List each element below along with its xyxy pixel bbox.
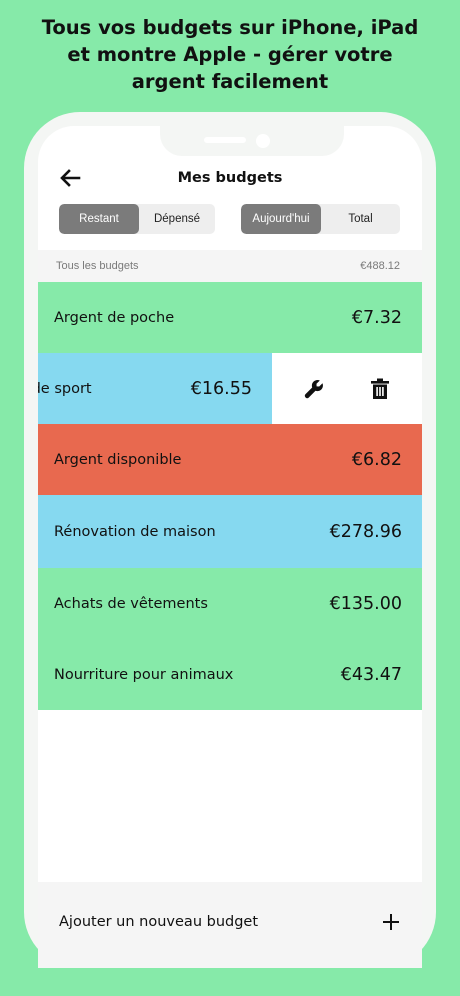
budget-amount: €43.47: [340, 664, 402, 685]
budget-amount: €7.32: [351, 308, 402, 328]
headline-line-1: Tous vos budgets sur iPhone, iPad: [41, 16, 419, 39]
budget-amount: €135.00: [329, 593, 402, 614]
phone-screen: Mes budgets Restant Dépensé Aujourd'hui …: [38, 126, 422, 968]
budget-name: Rénovation de maison: [54, 523, 216, 540]
empty-list-area: [38, 710, 422, 882]
budget-amount: €6.82: [351, 450, 402, 470]
summary-label: Tous les budgets: [56, 260, 139, 272]
page-title: Mes budgets: [177, 170, 283, 186]
mode-segmented-control: Restant Dépensé: [59, 204, 215, 234]
trash-icon[interactable]: [366, 375, 394, 403]
budget-row[interactable]: Achats de vêtements €135.00: [38, 568, 422, 639]
headline-line-2: et montre Apple - gérer votre: [67, 43, 393, 66]
swipe-actions: [272, 353, 422, 425]
promo-headline: Tous vos budgets sur iPhone, iPad et mon…: [0, 14, 460, 95]
budget-amount: €16.55: [190, 379, 252, 399]
segment-aujourdhui[interactable]: Aujourd'hui: [241, 204, 321, 234]
budget-row[interactable]: Nourriture pour animaux €43.47: [38, 639, 422, 710]
swiped-row-content[interactable]: lle de sport €16.55: [38, 353, 272, 425]
budget-name: Nourriture pour animaux: [54, 666, 234, 683]
plus-icon[interactable]: [382, 913, 400, 931]
budget-name: Argent de poche: [54, 310, 175, 326]
budget-name: Achats de vêtements: [54, 595, 208, 612]
budget-row[interactable]: Rénovation de maison €278.96: [38, 495, 422, 568]
segment-total[interactable]: Total: [321, 204, 400, 234]
front-camera: [256, 134, 270, 148]
speaker-grille: [204, 137, 246, 143]
budget-name: lle de sport: [38, 381, 92, 397]
budget-row[interactable]: Argent de poche €7.32: [38, 282, 422, 354]
period-segmented-control: Aujourd'hui Total: [241, 204, 400, 234]
headline-line-3: argent facilement: [131, 70, 329, 93]
segment-depense[interactable]: Dépensé: [139, 204, 215, 234]
budgets-summary-row: Tous les budgets €488.12: [38, 250, 422, 282]
phone-notch: [160, 126, 344, 156]
budget-name: Argent disponible: [54, 452, 182, 468]
wrench-icon[interactable]: [300, 375, 328, 403]
segment-restant[interactable]: Restant: [59, 204, 139, 234]
budget-row-swiped[interactable]: lle de sport €16.55: [38, 353, 422, 425]
add-budget-label: Ajouter un nouveau budget: [59, 914, 259, 930]
add-budget-button[interactable]: Ajouter un nouveau budget: [38, 882, 422, 968]
budget-row[interactable]: Argent disponible €6.82: [38, 424, 422, 496]
budget-amount: €278.96: [329, 521, 402, 542]
summary-total: €488.12: [360, 260, 400, 272]
